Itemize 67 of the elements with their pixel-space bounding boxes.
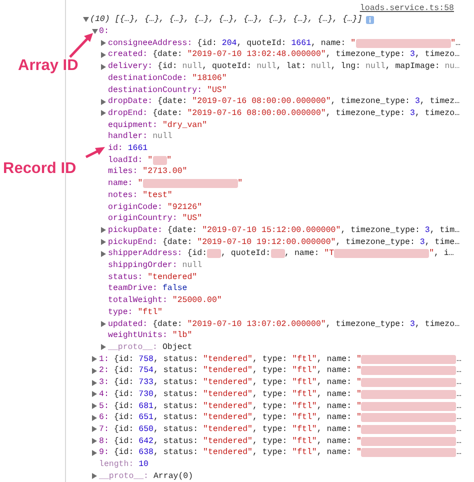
log-text: ", i… [429,249,454,258]
log-text: 3: {id: 733, status: "tendered", type: "ftl", name: " [99,378,362,388]
log-text: "… [450,38,460,48]
log-text: … [456,413,462,422]
log-text: 0: [99,27,109,36]
log-text: teamDrive: false [108,284,188,294]
log-text: shipperAddress: {id: [108,249,208,258]
array-summary: (10) [{…}, {…}, {…}, {…}, {…}, {…}, {…}, {…}, {…}, {…}] [90,15,362,24]
log-text: , name: "T [284,249,334,258]
log-text: … [456,378,462,388]
log-text: pickupEnd: {date: "2019-07-10 19:12:00.000000", timezone_type: 3, time… [108,238,460,247]
log-text: name: " [108,179,143,188]
log-text: … [456,390,462,399]
log-text: __proto__: Array(0) [99,472,194,481]
log-text: 5: {id: 681, status: "tendered", type: "ftl", name: " [99,402,362,410]
log-text: dropDate: {date: "2019-07-16 08:00:00.000000", timezone_type: 3, timez… [108,97,460,106]
redaction-blur [207,249,222,258]
redaction-blur [152,156,167,165]
log-text: originCountry: "US" [108,214,202,224]
log-text: weightUnits: "lb" [108,331,192,340]
log-text: 2: {id: 754, status: "tendered", type: "ftl", name: " [99,366,362,376]
expand-triangle-icon[interactable] [92,29,98,34]
log-text: delivery: {id: null, quoteId: null, lat: null, lng: null, mapImage: nu… [108,62,460,72]
log-text: 1: {id: 758, status: "tendered", type: "ftl", name: " [99,354,362,364]
log-text: created: {date: "2019-07-10 13:02:48.000000", timezone_type: 3, timezo… [108,50,460,60]
log-text: 7: {id: 650, status: "tendered", type: "ftl", name: " [99,424,362,434]
log-text: dropEnd: {date: "2019-07-16 08:00:00.000000", timezone_type: 3, timezo… [108,108,460,118]
log-text: 8: {id: 642, status: "tendered", type: "ftl", name: " [99,436,362,446]
log-text: " [238,179,243,188]
log-text: " [166,156,172,165]
log-text: __proto__: Object [108,342,192,352]
pointer-arrow [69,33,93,58]
log-text: … [456,448,462,458]
log-text: consigneeAddress: {id: 204, quoteId: 1661, name: " [108,38,356,48]
expand-triangle-icon[interactable] [83,17,89,22]
log-text: 6: {id: 651, status: "tendered", type: "ftl", name: " [99,413,362,422]
log-text: totalWeight: "25000.00" [108,296,222,306]
log-text: … [456,402,462,410]
log-text: 9: {id: 638, status: "tendered", type: "ftl", name: " [99,448,362,458]
log-text: originCode: "92126" [108,202,202,212]
collapse-triangle-icon[interactable] [92,473,97,480]
log-text: pickupDate: {date: "2019-07-10 15:12:00.000000", timezone_type: 3, tim… [108,226,460,235]
log-text: … [456,354,462,364]
log-text: … [456,424,462,434]
log-text: destinationCode: "18106" [108,74,227,83]
log-text: handler: null [108,132,172,142]
redaction-blur [270,249,285,258]
log-text: … [456,436,462,446]
log-text: length: 10 [99,460,149,470]
log-text: , quoteId: [221,249,271,258]
annotation-label: Array ID [18,57,78,75]
annotation-label: Record ID [3,160,76,178]
log-text: id: 1661 [108,144,148,154]
log-text: loadId: " [108,156,153,165]
collapse-triangle-icon[interactable] [101,321,106,328]
log-text: 4: {id: 730, status: "tendered", type: "ftl", name: " [99,390,362,399]
log-text: miles: "2713.00" [108,167,188,176]
log-text: … [456,366,462,376]
log-text: updated: {date: "2019-07-10 13:07:02.000000", timezone_type: 3, timezo… [108,320,460,329]
log-text: type: "ftl" [108,308,162,317]
source-link[interactable]: loads.service.ts:58 [360,4,454,13]
log-text: status: "tendered" [108,272,198,282]
pointer-arrow [85,147,105,158]
log-text: destinationCountry: "US" [108,86,227,95]
log-text: notes: "test" [108,190,172,200]
log-text: equipment: "dry_van" [108,120,208,130]
log-text: shippingOrder: null [108,261,202,270]
